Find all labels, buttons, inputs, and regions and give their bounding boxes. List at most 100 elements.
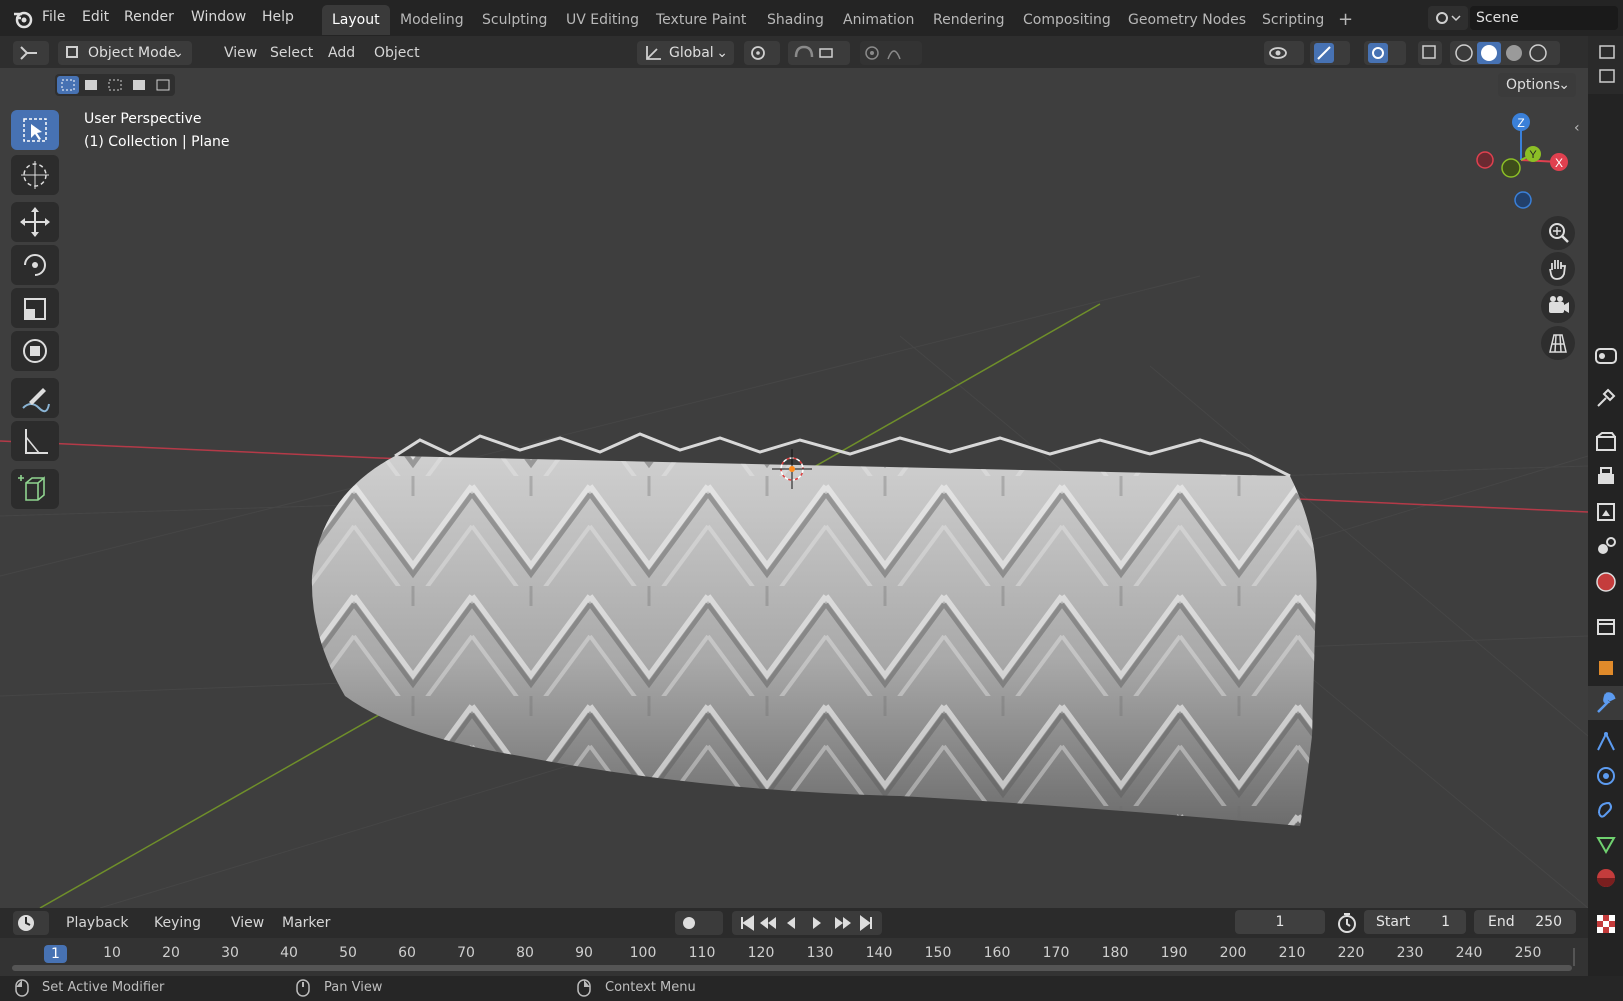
auto-keying-button[interactable]: [675, 911, 723, 935]
rotate-icon: [24, 254, 46, 276]
menu-render[interactable]: Render: [124, 9, 174, 25]
timeline-tick-label: 10: [103, 945, 121, 961]
timeline-tick-label: 230: [1396, 945, 1424, 961]
current-frame-field[interactable]: 1: [1235, 910, 1325, 934]
view-layer-icon[interactable]: [1594, 500, 1618, 524]
tab-compositing[interactable]: Compositing: [1023, 12, 1111, 28]
object-data-icon[interactable]: [1594, 832, 1618, 856]
pan-button[interactable]: [1541, 252, 1575, 286]
timeline-tick-label: 100: [629, 945, 657, 961]
pivot-point-button[interactable]: [744, 41, 780, 65]
camera-view-button[interactable]: [1541, 289, 1575, 323]
stopwatch-icon[interactable]: [1335, 911, 1359, 935]
status-bar: [0, 976, 1623, 1001]
tab-animation[interactable]: Animation: [843, 12, 914, 28]
timeline-menu-view[interactable]: View: [231, 915, 264, 931]
scene-selector-button[interactable]: [1428, 6, 1468, 30]
options-dropdown[interactable]: Options ⌄: [1498, 73, 1576, 97]
add-workspace-icon[interactable]: +: [1338, 9, 1353, 30]
zoom-button[interactable]: [1541, 216, 1575, 250]
tab-sculpting[interactable]: Sculpting: [482, 12, 547, 28]
collection-properties-icon[interactable]: [1594, 614, 1618, 638]
cursor-tool[interactable]: [11, 155, 59, 195]
svg-text:X: X: [1555, 156, 1563, 170]
menu-window[interactable]: Window: [191, 9, 246, 25]
constraints-icon[interactable]: [1594, 798, 1618, 822]
menu-select[interactable]: Select: [270, 42, 313, 64]
shading-mode-buttons[interactable]: [1450, 41, 1560, 65]
scene-properties-icon[interactable]: [1594, 534, 1618, 558]
tab-modeling[interactable]: Modeling: [400, 12, 464, 28]
menu-edit[interactable]: Edit: [82, 9, 109, 25]
transform-orientation-dropdown[interactable]: Global ⌄: [637, 41, 734, 65]
timeline-current-frame-marker[interactable]: 1: [44, 945, 67, 963]
tab-texture-paint[interactable]: Texture Paint: [656, 12, 746, 28]
texture-icon[interactable]: [1594, 912, 1618, 936]
measure-tool[interactable]: [11, 421, 59, 461]
timeline-menu-marker[interactable]: Marker: [282, 915, 330, 931]
particles-icon[interactable]: [1594, 730, 1618, 754]
add-cube-tool[interactable]: [11, 469, 59, 509]
tab-rendering[interactable]: Rendering: [933, 12, 1005, 28]
active-tool-icon[interactable]: [1594, 386, 1618, 410]
gizmo-toggle-button[interactable]: [1310, 41, 1350, 65]
transform-tool[interactable]: [11, 331, 59, 371]
tool-settings-icon[interactable]: [1594, 344, 1618, 368]
wrench-icon: [1597, 692, 1616, 713]
annotate-tool[interactable]: [11, 378, 59, 418]
start-frame-field[interactable]: Start 1: [1364, 910, 1466, 934]
tab-geometry-nodes[interactable]: Geometry Nodes: [1128, 12, 1246, 28]
overlays-button[interactable]: [1364, 41, 1406, 65]
timeline-tick-label: 120: [747, 945, 775, 961]
timeline-menu-playback[interactable]: Playback: [66, 915, 128, 931]
tab-shading[interactable]: Shading: [767, 12, 824, 28]
snap-button[interactable]: [788, 41, 850, 65]
object-properties-icon[interactable]: [1594, 656, 1618, 680]
snap-icon: [794, 45, 833, 58]
world-properties-icon[interactable]: [1594, 570, 1618, 594]
timeline-tick-label: 250: [1514, 945, 1542, 961]
material-icon[interactable]: [1594, 866, 1618, 890]
output-properties-icon[interactable]: [1594, 464, 1618, 488]
viewport-scene-icon: [0, 275, 1588, 908]
modifier-tab-active[interactable]: [1588, 686, 1623, 720]
physics-icon[interactable]: [1594, 764, 1618, 788]
mode-dropdown[interactable]: Object Mode ⌄: [58, 41, 192, 65]
perspective-toggle-button[interactable]: [1541, 326, 1575, 360]
move-tool[interactable]: [11, 202, 59, 242]
navigation-gizmo[interactable]: Z X Y: [1465, 112, 1573, 212]
chevron-down-icon: ⌄: [172, 45, 184, 61]
tab-uv-editing[interactable]: UV Editing: [566, 12, 639, 28]
chevron-down-icon: ⌄: [1558, 77, 1570, 93]
timeline-menu-keying[interactable]: Keying: [154, 915, 201, 931]
timeline-editor-type-button[interactable]: [13, 911, 49, 935]
render-properties-icon[interactable]: [1594, 430, 1618, 454]
scene-name-field[interactable]: Scene: [1470, 6, 1618, 30]
3d-viewport[interactable]: [0, 36, 1588, 908]
blender-logo-icon[interactable]: [12, 9, 34, 29]
end-frame-field[interactable]: End 250: [1474, 910, 1576, 934]
record-icon: [683, 917, 695, 929]
playback-controls[interactable]: [732, 911, 882, 935]
tab-scripting[interactable]: Scripting: [1262, 12, 1324, 28]
selection-mode-buttons[interactable]: [55, 74, 175, 96]
scale-tool[interactable]: [11, 288, 59, 328]
menu-object[interactable]: Object: [374, 42, 420, 64]
tab-layout[interactable]: Layout: [322, 5, 390, 35]
menu-add[interactable]: Add: [328, 42, 355, 64]
start-label: Start: [1376, 914, 1411, 930]
sidebar-toggle-icon[interactable]: ‹: [1574, 120, 1580, 136]
mouse-right-icon: [577, 979, 591, 997]
mouse-left-icon: [15, 979, 29, 997]
timeline-scrollbar[interactable]: [12, 965, 1572, 971]
xray-button[interactable]: [1418, 41, 1442, 65]
menu-view[interactable]: View: [224, 42, 257, 64]
menu-help[interactable]: Help: [262, 9, 294, 25]
timeline-scroll-handle[interactable]: [1573, 948, 1575, 966]
editor-type-button[interactable]: [13, 41, 49, 65]
rotate-tool[interactable]: [11, 245, 59, 285]
proportional-editing-button[interactable]: [860, 41, 922, 65]
visibility-button[interactable]: [1264, 41, 1304, 65]
select-box-tool[interactable]: [11, 110, 59, 150]
menu-file[interactable]: File: [42, 9, 65, 25]
